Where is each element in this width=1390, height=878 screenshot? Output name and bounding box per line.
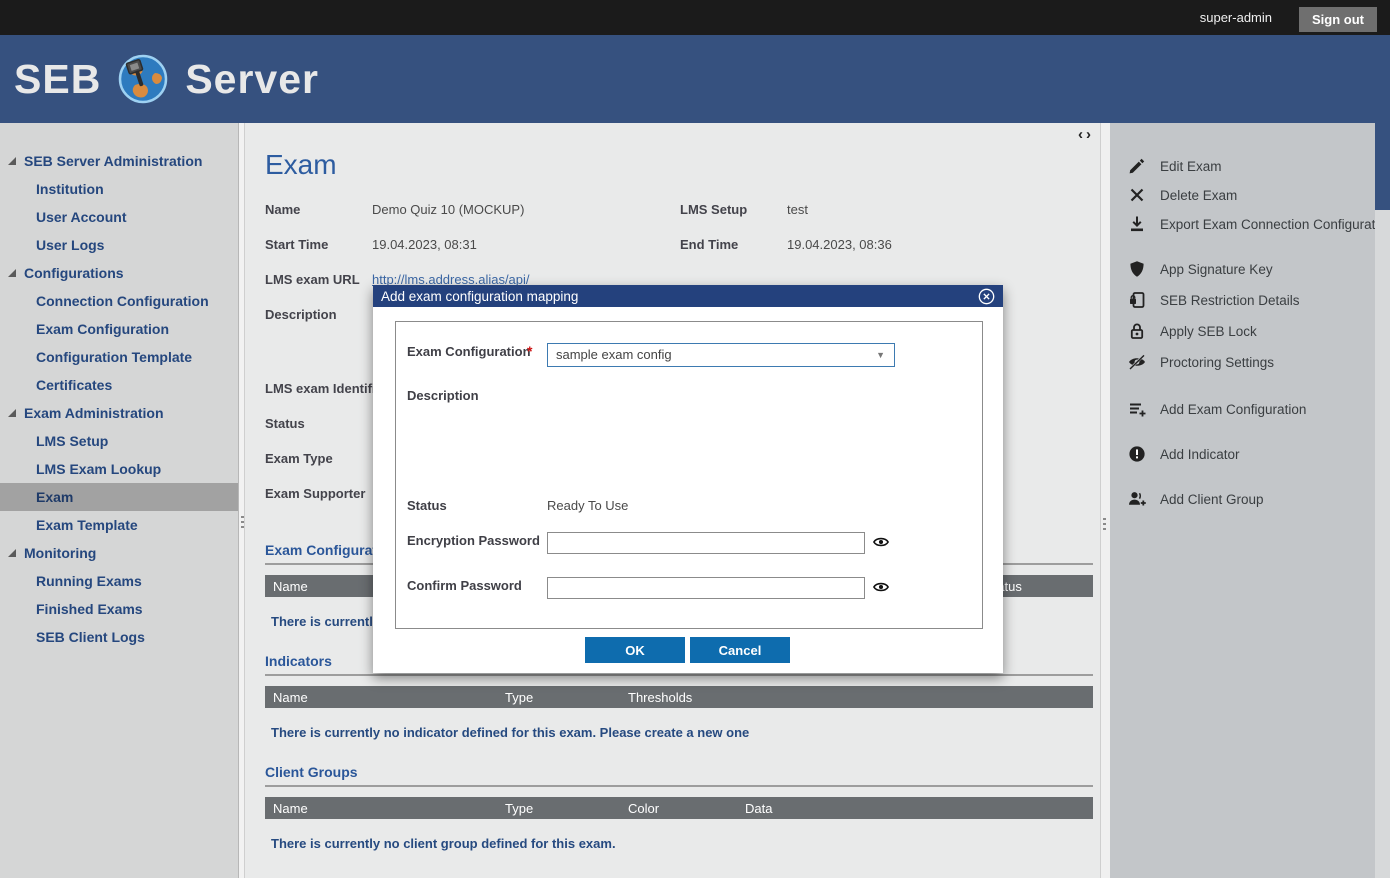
eye-off-icon — [1128, 353, 1146, 371]
indicators-empty-text: There is currently no indicator defined … — [271, 725, 749, 740]
tree-expand-icon — [8, 549, 16, 557]
tree-expand-icon — [8, 269, 16, 277]
panel-collapse-arrows[interactable]: ‹› — [1078, 126, 1094, 143]
action-delete-exam[interactable]: Delete Exam — [1128, 185, 1237, 205]
action-seb-restriction-details[interactable]: SEB Restriction Details — [1128, 290, 1300, 310]
dialog-title: Add exam configuration mapping — [381, 289, 578, 304]
brand-text-server: Server — [185, 56, 319, 103]
globe-lock-logo-icon — [117, 53, 169, 105]
nav-section-exam-administration[interactable]: Exam Administration — [0, 399, 246, 427]
action-export-exam-connection-configuration[interactable]: Export Exam Connection Configuration — [1128, 214, 1375, 234]
sash-grip[interactable] — [1103, 518, 1106, 532]
section-heading-indicators: Indicators — [265, 653, 332, 669]
action-proctoring-settings[interactable]: Proctoring Settings — [1128, 352, 1274, 372]
tree-expand-icon — [8, 409, 16, 417]
nav-item-exam-selected[interactable]: Exam — [0, 483, 274, 511]
action-add-exam-configuration[interactable]: Add Exam Configuration — [1128, 399, 1306, 419]
brand-text-seb: SEB — [14, 56, 101, 103]
close-icon — [1128, 186, 1146, 204]
client-groups-empty-text: There is currently no client group defin… — [271, 836, 616, 851]
confirm-password-input[interactable] — [547, 577, 865, 599]
tree-expand-icon — [8, 157, 16, 165]
right-edge-strip-blue — [1375, 123, 1390, 210]
nav-item-running-exams[interactable]: Running Exams — [0, 567, 274, 595]
show-password-icon[interactable] — [873, 534, 889, 550]
action-panel: Edit Exam Delete Exam Export Exam Connec… — [1110, 123, 1375, 878]
shield-icon — [1128, 260, 1146, 278]
download-icon — [1128, 215, 1146, 233]
document-lock-icon — [1128, 291, 1146, 309]
right-edge-strip — [1375, 123, 1390, 878]
ok-button[interactable]: OK — [585, 637, 685, 663]
sign-out-button[interactable]: Sign out — [1299, 7, 1377, 32]
collapse-left-icon[interactable]: ‹ — [1078, 126, 1086, 143]
nav-item-lms-exam-lookup[interactable]: LMS Exam Lookup — [0, 455, 274, 483]
action-add-indicator[interactable]: Add Indicator — [1128, 444, 1240, 464]
alert-icon — [1128, 445, 1146, 463]
add-exam-configuration-mapping-dialog: Add exam configuration mapping Exam Conf… — [373, 285, 1003, 673]
cancel-button[interactable]: Cancel — [690, 637, 790, 663]
client-groups-table-header: Name Type Color Data — [265, 797, 1093, 819]
indicators-table-header: Name Type Thresholds — [265, 686, 1093, 708]
app-logo: SEB Server — [14, 51, 319, 107]
required-marker: * — [527, 343, 532, 359]
pencil-icon — [1128, 157, 1146, 175]
exam-field-row: Start Time 19.04.2023, 08:31 End Time 19… — [245, 237, 1100, 253]
nav-item-connection-configuration[interactable]: Connection Configuration — [0, 287, 274, 315]
nav-item-configuration-template[interactable]: Configuration Template — [0, 343, 274, 371]
status-value: Ready To Use — [547, 498, 628, 513]
logged-in-username: super-admin — [1200, 10, 1272, 25]
show-password-icon[interactable] — [873, 579, 889, 595]
nav-item-user-account[interactable]: User Account — [0, 203, 274, 231]
dialog-form-group: Exam Configuration * sample exam config … — [395, 321, 983, 629]
section-heading-client-groups: Client Groups — [265, 764, 358, 780]
page-title: Exam — [265, 149, 337, 181]
collapse-right-icon[interactable]: › — [1086, 126, 1094, 143]
nav-item-certificates[interactable]: Certificates — [0, 371, 274, 399]
nav-item-lms-setup[interactable]: LMS Setup — [0, 427, 274, 455]
list-plus-icon — [1128, 400, 1146, 418]
action-apply-seb-lock[interactable]: Apply SEB Lock — [1128, 321, 1257, 341]
nav-item-exam-configuration[interactable]: Exam Configuration — [0, 315, 274, 343]
nav-section-seb-server-administration[interactable]: SEB Server Administration — [0, 147, 246, 175]
section-divider — [265, 674, 1093, 676]
sash-grip[interactable] — [241, 516, 244, 530]
nav-item-user-logs[interactable]: User Logs — [0, 231, 274, 259]
sidebar-resize-sash[interactable] — [238, 123, 245, 878]
dialog-titlebar[interactable]: Add exam configuration mapping — [373, 285, 1003, 307]
encryption-password-input[interactable] — [547, 532, 865, 554]
nav-item-institution[interactable]: Institution — [0, 175, 274, 203]
action-app-signature-key[interactable]: App Signature Key — [1128, 259, 1273, 279]
exam-configuration-select[interactable]: sample exam config ▼ — [547, 343, 895, 367]
padlock-icon — [1128, 322, 1146, 340]
content-resize-sash[interactable] — [1100, 123, 1110, 878]
section-divider — [265, 785, 1093, 787]
top-bar: super-admin Sign out — [0, 0, 1390, 35]
main-navigation: SEB Server Administration Institution Us… — [0, 123, 238, 878]
person-plus-icon — [1128, 490, 1146, 508]
action-add-client-group[interactable]: Add Client Group — [1128, 489, 1264, 509]
nav-item-finished-exams[interactable]: Finished Exams — [0, 595, 274, 623]
nav-section-configurations[interactable]: Configurations — [0, 259, 246, 287]
action-edit-exam[interactable]: Edit Exam — [1128, 156, 1222, 176]
app-banner: SEB Server — [0, 35, 1390, 123]
chevron-down-icon: ▼ — [876, 344, 885, 366]
nav-item-seb-client-logs[interactable]: SEB Client Logs — [0, 623, 274, 651]
nav-item-exam-template[interactable]: Exam Template — [0, 511, 274, 539]
exam-field-row: Name Demo Quiz 10 (MOCKUP) LMS Setup tes… — [245, 202, 1100, 218]
close-icon[interactable] — [978, 288, 995, 305]
nav-section-monitoring[interactable]: Monitoring — [0, 539, 246, 567]
